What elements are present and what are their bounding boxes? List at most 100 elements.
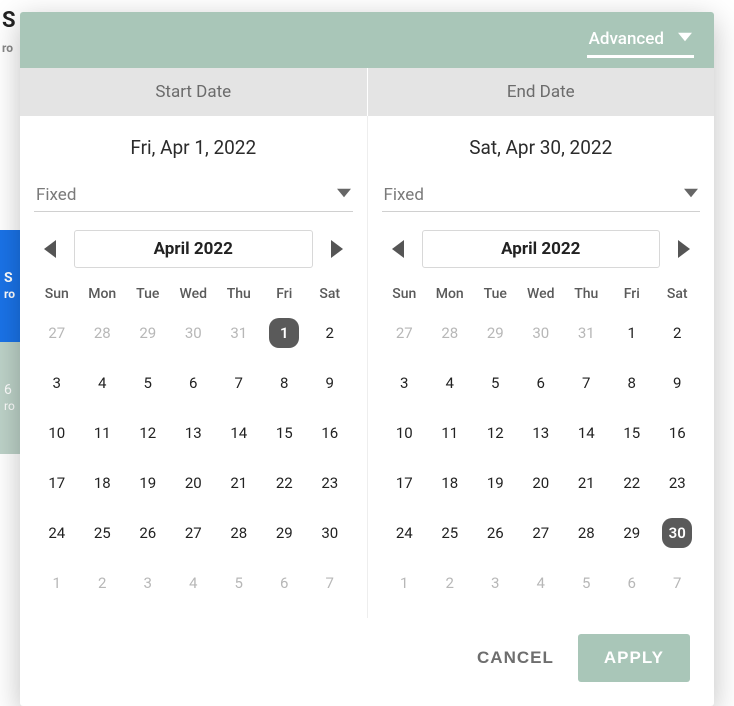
prev-month-button[interactable] — [382, 233, 414, 265]
calendar-day[interactable]: 28 — [80, 308, 126, 358]
calendar-day[interactable]: 7 — [307, 558, 353, 608]
calendar-day[interactable]: 1 — [262, 308, 308, 358]
calendar-day[interactable]: 15 — [609, 408, 655, 458]
calendar-day[interactable]: 21 — [564, 458, 610, 508]
start-month-label[interactable]: April 2022 — [74, 230, 313, 268]
calendar-day[interactable]: 4 — [427, 358, 473, 408]
calendar-day[interactable]: 15 — [262, 408, 308, 458]
calendar-day[interactable]: 22 — [609, 458, 655, 508]
calendar-day[interactable]: 17 — [34, 458, 80, 508]
calendar-day[interactable]: 30 — [307, 508, 353, 558]
calendar-day[interactable]: 11 — [80, 408, 126, 458]
calendar-day[interactable]: 19 — [473, 458, 519, 508]
next-month-button[interactable] — [321, 233, 353, 265]
calendar-day[interactable]: 13 — [518, 408, 564, 458]
calendar-day[interactable]: 14 — [216, 408, 262, 458]
calendar-day[interactable]: 8 — [262, 358, 308, 408]
calendar-day[interactable]: 25 — [80, 508, 126, 558]
apply-button[interactable]: APPLY — [578, 634, 690, 682]
calendar-day[interactable]: 27 — [518, 508, 564, 558]
calendar-day[interactable]: 16 — [655, 408, 701, 458]
calendar-day[interactable]: 31 — [564, 308, 610, 358]
calendar-day[interactable]: 28 — [564, 508, 610, 558]
calendar-day[interactable]: 23 — [307, 458, 353, 508]
calendar-day[interactable]: 3 — [125, 558, 171, 608]
tab-start-date[interactable]: Start Date — [20, 68, 367, 116]
end-month-label[interactable]: April 2022 — [422, 230, 661, 268]
calendar-day[interactable]: 18 — [80, 458, 126, 508]
calendar-day[interactable]: 22 — [262, 458, 308, 508]
calendar-day[interactable]: 7 — [564, 358, 610, 408]
calendar-day[interactable]: 30 — [518, 308, 564, 358]
modal-topbar: Advanced — [20, 12, 714, 68]
calendar-day[interactable]: 9 — [307, 358, 353, 408]
calendar-day[interactable]: 28 — [427, 308, 473, 358]
calendar-day[interactable]: 29 — [125, 308, 171, 358]
calendar-day[interactable]: 7 — [216, 358, 262, 408]
calendar-day[interactable]: 5 — [216, 558, 262, 608]
calendar-day[interactable]: 11 — [427, 408, 473, 458]
calendar-day[interactable]: 5 — [125, 358, 171, 408]
tab-end-date[interactable]: End Date — [367, 68, 715, 116]
calendar-day[interactable]: 21 — [216, 458, 262, 508]
calendar-day[interactable]: 9 — [655, 358, 701, 408]
calendar-day[interactable]: 6 — [171, 358, 217, 408]
calendar-day[interactable]: 2 — [307, 308, 353, 358]
calendar-day[interactable]: 31 — [216, 308, 262, 358]
cancel-button[interactable]: CANCEL — [477, 648, 554, 668]
advanced-dropdown[interactable]: Advanced — [587, 23, 694, 58]
calendar-day[interactable]: 6 — [262, 558, 308, 608]
dow-header: Sat — [655, 280, 701, 308]
start-mode-select[interactable]: Fixed — [34, 179, 353, 212]
calendar-day[interactable]: 28 — [216, 508, 262, 558]
calendar-day[interactable]: 27 — [171, 508, 217, 558]
calendar-day[interactable]: 5 — [564, 558, 610, 608]
calendar-day[interactable]: 7 — [655, 558, 701, 608]
calendar-day[interactable]: 3 — [34, 358, 80, 408]
calendar-day[interactable]: 4 — [80, 358, 126, 408]
calendar-day[interactable]: 20 — [171, 458, 217, 508]
calendar-day[interactable]: 12 — [125, 408, 171, 458]
calendar-day[interactable]: 4 — [171, 558, 217, 608]
calendar-day[interactable]: 27 — [34, 308, 80, 358]
calendar-day[interactable]: 1 — [34, 558, 80, 608]
calendar-day[interactable]: 24 — [34, 508, 80, 558]
calendar-day[interactable]: 2 — [655, 308, 701, 358]
calendar-day[interactable]: 23 — [655, 458, 701, 508]
calendar-day[interactable]: 8 — [609, 358, 655, 408]
calendar-day[interactable]: 29 — [262, 508, 308, 558]
calendar-day[interactable]: 14 — [564, 408, 610, 458]
calendar-day[interactable]: 16 — [307, 408, 353, 458]
calendar-day[interactable]: 26 — [125, 508, 171, 558]
calendar-day[interactable]: 25 — [427, 508, 473, 558]
next-month-button[interactable] — [668, 233, 700, 265]
calendar-day[interactable]: 5 — [473, 358, 519, 408]
prev-month-button[interactable] — [34, 233, 66, 265]
dow-header: Wed — [518, 280, 564, 308]
calendar-day[interactable]: 2 — [80, 558, 126, 608]
calendar-day[interactable]: 10 — [34, 408, 80, 458]
calendar-day[interactable]: 17 — [382, 458, 428, 508]
calendar-day[interactable]: 27 — [382, 308, 428, 358]
calendar-day[interactable]: 1 — [609, 308, 655, 358]
calendar-day[interactable]: 29 — [473, 308, 519, 358]
calendar-day[interactable]: 2 — [427, 558, 473, 608]
calendar-day[interactable]: 20 — [518, 458, 564, 508]
calendar-day[interactable]: 12 — [473, 408, 519, 458]
calendar-day[interactable]: 1 — [382, 558, 428, 608]
calendar-day[interactable]: 19 — [125, 458, 171, 508]
calendar-day[interactable]: 26 — [473, 508, 519, 558]
calendar-day[interactable]: 13 — [171, 408, 217, 458]
calendar-day[interactable]: 4 — [518, 558, 564, 608]
calendar-day[interactable]: 29 — [609, 508, 655, 558]
end-mode-select[interactable]: Fixed — [382, 179, 701, 212]
calendar-day[interactable]: 6 — [609, 558, 655, 608]
calendar-day[interactable]: 18 — [427, 458, 473, 508]
calendar-day[interactable]: 30 — [655, 508, 701, 558]
calendar-day[interactable]: 3 — [473, 558, 519, 608]
calendar-day[interactable]: 30 — [171, 308, 217, 358]
calendar-day[interactable]: 6 — [518, 358, 564, 408]
calendar-day[interactable]: 10 — [382, 408, 428, 458]
calendar-day[interactable]: 24 — [382, 508, 428, 558]
calendar-day[interactable]: 3 — [382, 358, 428, 408]
